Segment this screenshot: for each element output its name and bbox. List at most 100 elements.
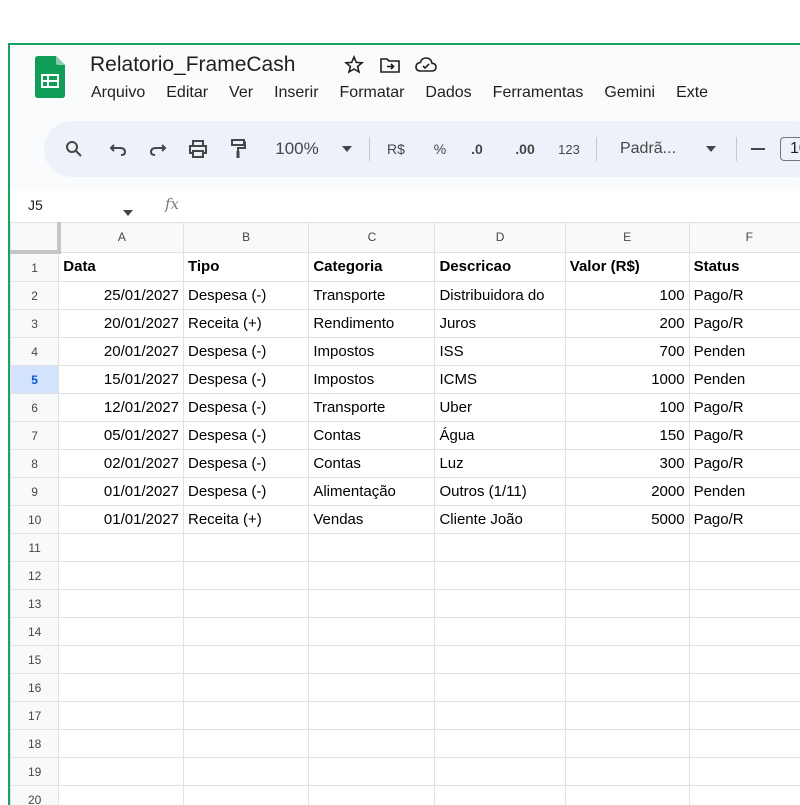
cell-date[interactable]: 15/01/2027 bbox=[59, 366, 184, 394]
empty-cell[interactable] bbox=[435, 590, 565, 618]
column-header-d[interactable]: D bbox=[435, 223, 565, 253]
row-header[interactable]: 2 bbox=[11, 282, 59, 310]
name-box[interactable]: J5 bbox=[28, 197, 43, 213]
cell-category[interactable]: Contas bbox=[309, 422, 435, 450]
empty-cell[interactable] bbox=[689, 674, 800, 702]
cell-status[interactable]: Pago/R bbox=[689, 450, 800, 478]
cell-type[interactable]: Despesa (-) bbox=[184, 478, 309, 506]
empty-cell[interactable] bbox=[565, 646, 689, 674]
cell-status[interactable]: Pago/R bbox=[689, 282, 800, 310]
empty-cell[interactable] bbox=[184, 618, 309, 646]
menu-extensoes[interactable]: Exte bbox=[676, 84, 708, 102]
cell-status[interactable]: Pago/R bbox=[689, 394, 800, 422]
cell-description[interactable]: Outros (1/11) bbox=[435, 478, 565, 506]
cell-description[interactable]: Juros bbox=[435, 310, 565, 338]
empty-cell[interactable] bbox=[184, 674, 309, 702]
cell-category[interactable]: Alimentação bbox=[309, 478, 435, 506]
cell-value[interactable]: 700 bbox=[565, 338, 689, 366]
cell-status[interactable]: Penden bbox=[689, 338, 800, 366]
cell-status[interactable]: Pago/R bbox=[689, 422, 800, 450]
print-icon[interactable] bbox=[186, 121, 210, 177]
empty-cell[interactable] bbox=[309, 786, 435, 805]
row-header[interactable]: 14 bbox=[11, 618, 59, 646]
cell-value[interactable]: 5000 bbox=[565, 506, 689, 534]
empty-cell[interactable] bbox=[309, 646, 435, 674]
column-header-f[interactable]: F bbox=[689, 223, 800, 253]
row-header[interactable]: 8 bbox=[11, 450, 59, 478]
undo-icon[interactable] bbox=[106, 121, 130, 177]
empty-cell[interactable] bbox=[59, 646, 184, 674]
cell-description[interactable]: ICMS bbox=[435, 366, 565, 394]
minus-icon[interactable] bbox=[748, 121, 768, 177]
percent-format-button[interactable]: % bbox=[430, 121, 450, 177]
empty-cell[interactable] bbox=[59, 562, 184, 590]
increase-decimal-button[interactable]: .00 bbox=[510, 121, 540, 177]
empty-cell[interactable] bbox=[184, 534, 309, 562]
zoom-dropdown-icon[interactable] bbox=[340, 121, 354, 177]
cell-category[interactable]: Impostos bbox=[309, 366, 435, 394]
row-header[interactable]: 3 bbox=[11, 310, 59, 338]
name-box-dropdown-icon[interactable] bbox=[123, 203, 133, 221]
cell-description[interactable]: Uber bbox=[435, 394, 565, 422]
row-header[interactable]: 5 bbox=[11, 366, 59, 394]
cell-description[interactable]: Água bbox=[435, 422, 565, 450]
empty-cell[interactable] bbox=[435, 730, 565, 758]
column-header-c[interactable]: C bbox=[309, 223, 435, 253]
empty-cell[interactable] bbox=[59, 590, 184, 618]
more-formats-button[interactable]: 123 bbox=[554, 121, 584, 177]
menu-dados[interactable]: Dados bbox=[425, 84, 471, 102]
row-header[interactable]: 13 bbox=[11, 590, 59, 618]
cell-category[interactable]: Transporte bbox=[309, 282, 435, 310]
header-cell-value[interactable]: Valor (R$) bbox=[565, 252, 689, 282]
cell-category[interactable]: Rendimento bbox=[309, 310, 435, 338]
empty-cell[interactable] bbox=[309, 702, 435, 730]
row-header[interactable]: 4 bbox=[11, 338, 59, 366]
cell-date[interactable]: 02/01/2027 bbox=[59, 450, 184, 478]
menu-ver[interactable]: Ver bbox=[229, 84, 253, 102]
empty-cell[interactable] bbox=[565, 730, 689, 758]
empty-cell[interactable] bbox=[184, 590, 309, 618]
cell-value[interactable]: 100 bbox=[565, 282, 689, 310]
font-dropdown-icon[interactable] bbox=[704, 121, 718, 177]
row-header[interactable]: 19 bbox=[11, 758, 59, 786]
sheets-logo[interactable] bbox=[35, 56, 65, 98]
cell-value[interactable]: 200 bbox=[565, 310, 689, 338]
empty-cell[interactable] bbox=[435, 562, 565, 590]
row-header[interactable]: 6 bbox=[11, 394, 59, 422]
empty-cell[interactable] bbox=[689, 590, 800, 618]
cell-type[interactable]: Despesa (-) bbox=[184, 394, 309, 422]
row-header[interactable]: 10 bbox=[11, 506, 59, 534]
cell-value[interactable]: 1000 bbox=[565, 366, 689, 394]
row-header[interactable]: 15 bbox=[11, 646, 59, 674]
empty-cell[interactable] bbox=[435, 646, 565, 674]
empty-cell[interactable] bbox=[59, 534, 184, 562]
empty-cell[interactable] bbox=[689, 618, 800, 646]
currency-format-button[interactable]: R$ bbox=[382, 121, 410, 177]
row-header[interactable]: 1 bbox=[11, 252, 59, 282]
cloud-status-icon[interactable] bbox=[415, 54, 437, 76]
empty-cell[interactable] bbox=[565, 562, 689, 590]
menu-formatar[interactable]: Formatar bbox=[340, 84, 405, 102]
row-header[interactable]: 12 bbox=[11, 562, 59, 590]
header-cell-description[interactable]: Descricao bbox=[435, 252, 565, 282]
cell-status[interactable]: Penden bbox=[689, 478, 800, 506]
empty-cell[interactable] bbox=[689, 786, 800, 805]
header-cell-date[interactable]: Data bbox=[59, 252, 184, 282]
cell-status[interactable]: Pago/R bbox=[689, 310, 800, 338]
decrease-decimal-button[interactable]: .0 bbox=[464, 121, 490, 177]
document-title[interactable]: Relatorio_FrameCash bbox=[90, 53, 295, 77]
cell-description[interactable]: Luz bbox=[435, 450, 565, 478]
cell-status[interactable]: Pago/R bbox=[689, 506, 800, 534]
paint-format-icon[interactable] bbox=[226, 121, 250, 177]
empty-cell[interactable] bbox=[309, 590, 435, 618]
cell-date[interactable]: 01/01/2027 bbox=[59, 506, 184, 534]
empty-cell[interactable] bbox=[565, 758, 689, 786]
cell-value[interactable]: 150 bbox=[565, 422, 689, 450]
empty-cell[interactable] bbox=[309, 758, 435, 786]
menu-arquivo[interactable]: Arquivo bbox=[91, 84, 145, 102]
column-header-a[interactable]: A bbox=[59, 223, 184, 253]
cell-value[interactable]: 100 bbox=[565, 394, 689, 422]
row-header[interactable]: 20 bbox=[11, 786, 59, 805]
cell-type[interactable]: Receita (+) bbox=[184, 310, 309, 338]
cell-date[interactable]: 01/01/2027 bbox=[59, 478, 184, 506]
